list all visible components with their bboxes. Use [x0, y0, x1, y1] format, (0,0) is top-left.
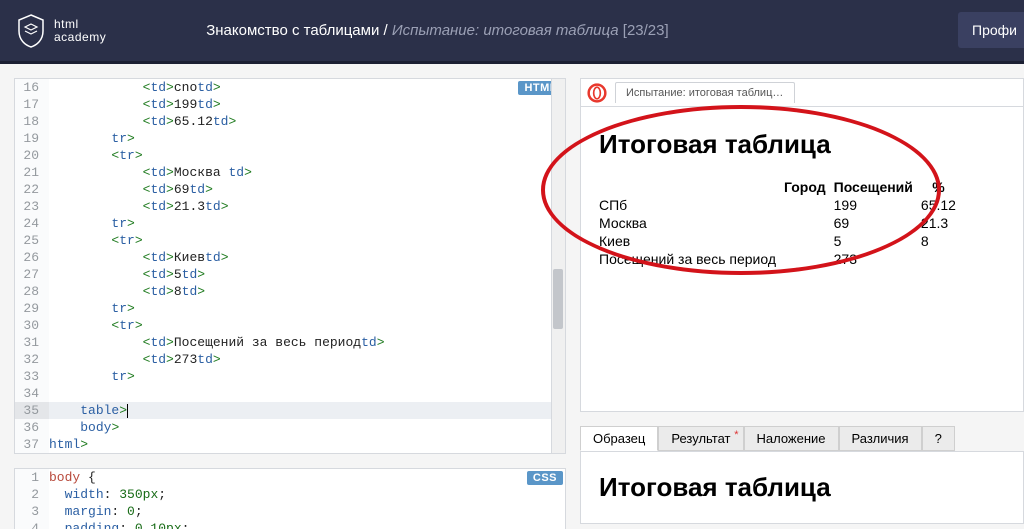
breadcrumb-task[interactable]: Испытание: итоговая таблица — [392, 22, 619, 39]
table-row: Москва 6921.3 — [599, 214, 964, 232]
table-cell: Москва — [599, 214, 784, 232]
table-cell — [784, 250, 834, 268]
breadcrumb-counter: [23/23] — [619, 22, 669, 39]
table-cell: Киев — [599, 232, 784, 250]
result-browser: Испытание: итоговая таблица — Итоговая т… — [580, 78, 1024, 412]
table-header: Город — [784, 178, 834, 196]
table-row: Посещений за весь период 273 — [599, 250, 964, 268]
dirty-indicator-icon: * — [734, 429, 738, 441]
css-editor[interactable]: 1body {2 width: 350px;3 margin: 0;4 padd… — [15, 469, 565, 529]
table-cell: 273 — [834, 250, 921, 268]
preview-heading: Итоговая таблица — [599, 129, 1005, 160]
css-badge: CSS — [527, 471, 563, 485]
main-split: HTML 16 <td>cnotd>17 <td>199td>18 <td>65… — [0, 64, 1024, 529]
result-tab[interactable]: Наложение — [744, 426, 839, 451]
sample-panel: Итоговая таблица — [580, 451, 1024, 524]
table-cell — [784, 232, 834, 250]
scrollbar-track[interactable] — [551, 79, 565, 453]
breadcrumb-sep: / — [379, 22, 392, 39]
table-cell — [784, 214, 834, 232]
table-cell: 69 — [834, 214, 921, 232]
scrollbar-thumb[interactable] — [553, 269, 563, 329]
sample-heading: Итоговая таблица — [599, 472, 1005, 503]
table-cell: Посещений за весь период — [599, 250, 784, 268]
logo[interactable]: html academy — [16, 13, 106, 49]
top-bar: html academy Знакомство с таблицами / Ис… — [0, 0, 1024, 64]
table-row: Киев 58 — [599, 232, 964, 250]
breadcrumb: Знакомство с таблицами / Испытание: итог… — [206, 22, 1008, 39]
html-editor-panel: HTML 16 <td>cnotd>17 <td>199td>18 <td>65… — [14, 78, 566, 454]
result-tab[interactable]: ? — [922, 426, 955, 451]
css-editor-panel: CSS 1body {2 width: 350px;3 margin: 0;4 … — [14, 468, 566, 529]
browser-tab[interactable]: Испытание: итоговая таблица — — [615, 82, 795, 103]
preview-content: Итоговая таблица ГородПосещений% СПб 19965… — [581, 107, 1023, 278]
editor-column: HTML 16 <td>cnotd>17 <td>199td>18 <td>65… — [14, 78, 566, 529]
logo-line2: academy — [54, 31, 106, 44]
result-tab[interactable]: Различия — [839, 426, 922, 451]
table-row: СПб 19965.12 — [599, 196, 964, 214]
preview-column: Испытание: итоговая таблица — Итоговая т… — [580, 78, 1024, 529]
breadcrumb-course[interactable]: Знакомство с таблицами — [206, 22, 379, 39]
html-editor[interactable]: 16 <td>cnotd>17 <td>199td>18 <td>65.12td… — [15, 79, 565, 453]
shield-icon — [16, 13, 46, 49]
table-cell — [921, 250, 964, 268]
logo-text: html academy — [54, 18, 106, 44]
table-cell: 65.12 — [921, 196, 964, 214]
app-root: html academy Знакомство с таблицами / Ис… — [0, 0, 1024, 529]
browser-chrome: Испытание: итоговая таблица — — [581, 79, 1023, 107]
result-tab[interactable]: Образец — [580, 426, 658, 451]
table-header — [599, 178, 784, 196]
table-cell: СПб — [599, 196, 784, 214]
table-cell: 21.3 — [921, 214, 964, 232]
table-cell: 199 — [834, 196, 921, 214]
result-tabs-block: ОбразецРезультат*НаложениеРазличия? Итог… — [580, 426, 1024, 524]
profile-button[interactable]: Профи — [958, 12, 1024, 48]
table-header: Посещений — [834, 178, 921, 196]
table-cell: 5 — [834, 232, 921, 250]
table-cell: 8 — [921, 232, 964, 250]
opera-icon — [587, 83, 607, 103]
result-tab[interactable]: Результат* — [658, 426, 743, 451]
table-header: % — [921, 178, 964, 196]
preview-table: ГородПосещений%СПб19965.12Москва6921.3Ки… — [599, 178, 964, 268]
result-tabs: ОбразецРезультат*НаложениеРазличия? — [580, 426, 1024, 451]
table-cell — [784, 196, 834, 214]
logo-line1: html — [54, 18, 106, 31]
